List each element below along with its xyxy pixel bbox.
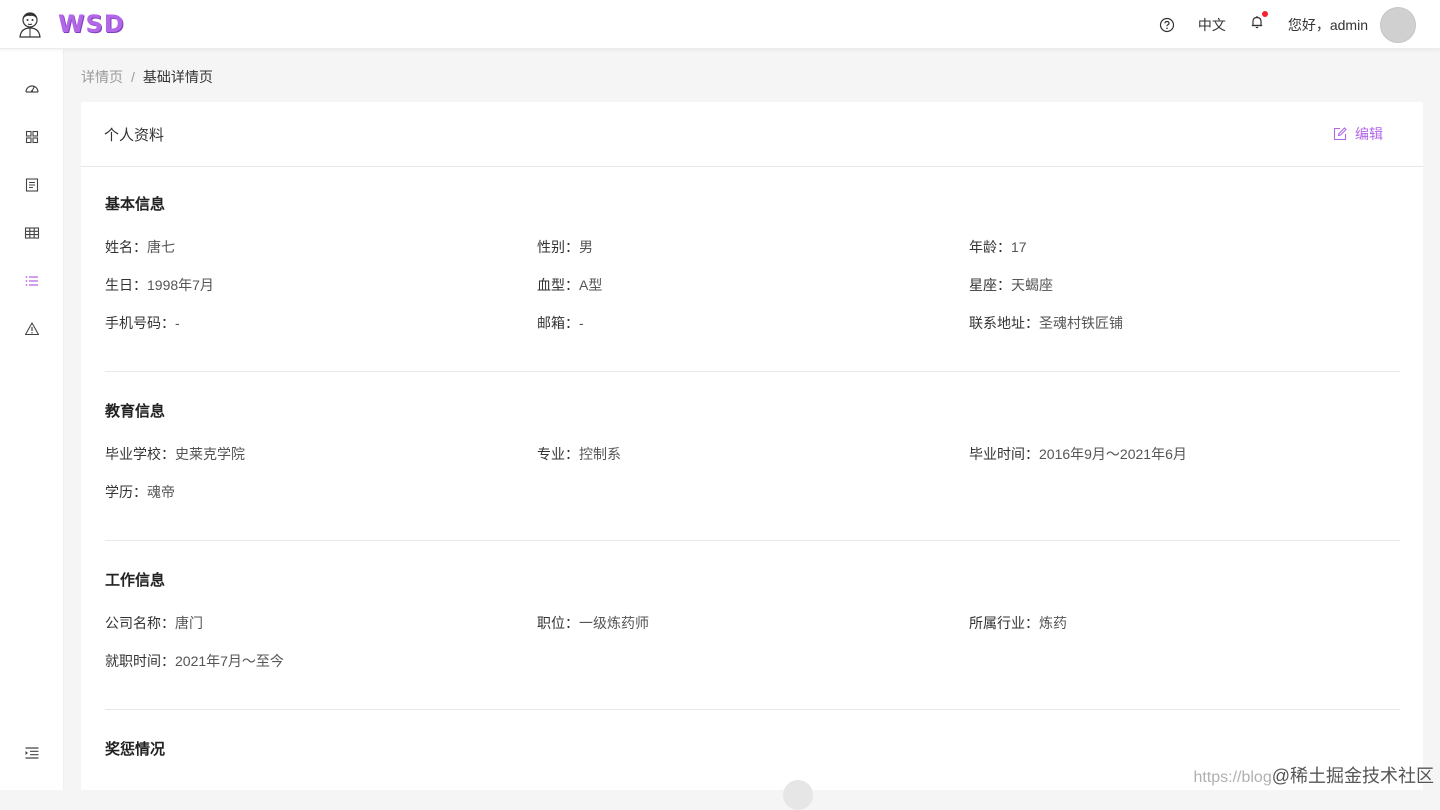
sidebar-item-dashboard[interactable] [0,65,64,113]
field-label: 性别： [537,239,579,255]
field-label: 就职时间： [105,653,175,669]
field-label: 血型： [537,277,579,293]
field-birthday: 生日：1998年7月 [105,275,214,295]
notification-dot [1261,11,1268,17]
sidebar-item-table[interactable] [0,209,64,257]
sidebar-collapse-button[interactable] [0,729,64,777]
field-zodiac: 星座：天蝎座 [969,275,1053,295]
sidebar-item-list[interactable] [0,257,64,305]
field-blood-type: 血型：A型 [537,275,602,295]
field-value: - [175,315,180,331]
field-employment-time: 就职时间：2021年7月～至今 [105,651,284,671]
breadcrumb: 详情页 / 基础详情页 [81,67,213,87]
field-value: 唐七 [147,239,175,255]
logo[interactable]: WSD [17,10,125,38]
appstore-icon [25,130,39,144]
field-value: 史莱克学院 [175,446,245,462]
warning-icon [24,322,40,336]
watermark-url: https://blog [1193,769,1272,786]
field-value: 圣魂村铁匠铺 [1039,315,1123,331]
card-header: 个人资料 编辑 [81,102,1423,167]
avatar-logo-icon [19,12,41,38]
profile-card: 个人资料 编辑 基本信息 姓名：唐七 性别：男 年龄：17 生日：1998年7月… [81,102,1423,810]
field-graduation-time: 毕业时间：2016年9月～2021年6月 [969,444,1187,464]
breadcrumb-current: 基础详情页 [142,69,213,85]
section-title-work: 工作信息 [105,572,166,589]
field-school: 毕业学校：史莱克学院 [105,444,245,464]
field-label: 职位： [537,615,579,631]
field-label: 年龄： [969,239,1011,255]
field-name: 姓名：唐七 [105,237,175,257]
sidebar-item-form[interactable] [0,161,64,209]
breadcrumb-separator: / [131,69,135,85]
field-label: 专业： [537,446,579,462]
field-industry: 所属行业：炼药 [969,613,1067,633]
field-degree: 学历：魂帝 [105,482,175,502]
table-icon [24,227,40,239]
breadcrumb-parent[interactable]: 详情页 [81,69,123,85]
section-title-education: 教育信息 [105,403,166,420]
field-email: 邮箱：- [537,313,584,333]
user-greeting[interactable]: 您好，admin [1288,15,1368,35]
menu-fold-icon [25,747,39,759]
sidebar [0,49,64,790]
field-label: 联系地址： [969,315,1039,331]
language-switch[interactable]: 中文 [1198,15,1226,35]
field-label: 所属行业： [969,615,1039,631]
field-label: 毕业时间： [969,446,1039,462]
field-label: 星座： [969,277,1011,293]
field-label: 学历： [105,484,147,500]
watermark-brand: @稀土掘金技术社区 [1271,766,1434,786]
field-value: A型 [579,277,603,293]
notification-button[interactable] [1249,11,1268,35]
field-label: 手机号码： [105,315,175,331]
section-divider [105,540,1400,541]
question-circle-icon[interactable] [1159,17,1175,33]
section-title-basic: 基本信息 [105,196,166,213]
sidebar-item-exception[interactable] [0,305,64,353]
field-age: 年龄：17 [969,237,1027,257]
field-gender: 性别：男 [537,237,593,257]
list-icon [25,276,38,286]
field-label: 姓名： [105,239,147,255]
field-position: 职位：一级炼药师 [537,613,649,633]
back-to-top-button[interactable] [783,780,813,810]
field-company: 公司名称：唐门 [105,613,203,633]
field-value: 17 [1011,239,1027,255]
form-icon [25,178,39,192]
user-avatar[interactable] [1380,6,1416,43]
field-value: 2021年7月～至今 [175,653,284,669]
field-label: 邮箱： [537,315,579,331]
watermark: https://blog@稀土掘金技术社区 [1193,762,1434,788]
field-label: 生日： [105,277,147,293]
field-label: 公司名称： [105,615,175,631]
section-title-rewards: 奖惩情况 [105,741,166,758]
field-label: 毕业学校： [105,446,175,462]
dashboard-icon [25,85,39,93]
header-actions: 中文 您好，admin [1159,0,1416,49]
field-value: 1998年7月 [147,277,214,293]
field-value: 炼药 [1039,615,1067,631]
field-value: 男 [579,239,593,255]
field-value: 唐门 [175,615,203,631]
field-address: 联系地址：圣魂村铁匠铺 [969,313,1123,333]
edit-button[interactable]: 编辑 [1333,124,1383,144]
edit-icon [1333,127,1347,141]
field-value: 2016年9月～2021年6月 [1039,446,1187,462]
section-divider [105,371,1400,372]
field-value: 控制系 [579,446,621,462]
section-divider [105,709,1400,710]
field-major: 专业：控制系 [537,444,621,464]
field-value: 魂帝 [147,484,175,500]
card-title: 个人资料 [104,126,165,144]
top-header: WSD 中文 您好，admin [0,0,1440,49]
field-value: 天蝎座 [1011,277,1053,293]
field-phone: 手机号码：- [105,313,180,333]
field-value: - [579,315,584,331]
sidebar-item-apps[interactable] [0,113,64,161]
field-value: 一级炼药师 [579,615,649,631]
edit-label: 编辑 [1355,126,1383,142]
logo-text: WSD [58,10,125,38]
